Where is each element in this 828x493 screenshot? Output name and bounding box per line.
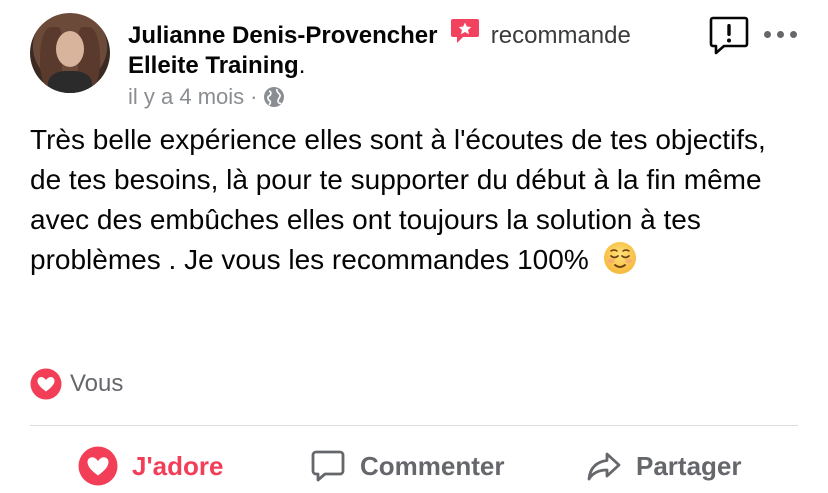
relieved-face-emoji: [603, 241, 637, 275]
report-icon[interactable]: [708, 14, 750, 56]
recommend-icon: [450, 18, 480, 43]
reaction-summary[interactable]: Vous: [30, 368, 123, 400]
comment-button[interactable]: Commenter: [310, 440, 504, 492]
post-meta: il y a 4 mois ·: [128, 84, 285, 110]
page-suffix: .: [298, 52, 306, 79]
more-options-icon[interactable]: [760, 24, 800, 44]
love-label: J'adore: [132, 450, 224, 481]
share-label: Partager: [636, 450, 742, 481]
post-time[interactable]: il y a 4 mois: [128, 84, 244, 110]
recommend-text: recommande: [490, 22, 631, 49]
action-bar: J'adore Commenter Partager: [30, 440, 798, 492]
post-text: Très belle expérience elles sont à l'éco…: [30, 124, 766, 275]
share-arrow-icon: [586, 448, 622, 484]
comment-label: Commenter: [360, 450, 505, 481]
author-name[interactable]: Julianne Denis-Provencher: [128, 22, 437, 49]
heart-icon: [78, 446, 118, 486]
post-body: Très belle expérience elles sont à l'éco…: [30, 120, 770, 280]
reaction-label: Vous: [70, 370, 124, 397]
post-header: Julianne Denis-Provencher recommande Ell…: [128, 18, 688, 81]
meta-separator: ·: [250, 84, 258, 109]
heart-icon: [30, 368, 62, 400]
page-name-link[interactable]: Elleite Training: [128, 52, 299, 79]
love-button[interactable]: J'adore: [78, 440, 223, 492]
share-button[interactable]: Partager: [586, 440, 742, 492]
comment-icon: [310, 448, 346, 484]
divider: [30, 425, 798, 426]
globe-icon: [263, 86, 285, 108]
author-avatar[interactable]: [30, 13, 110, 93]
